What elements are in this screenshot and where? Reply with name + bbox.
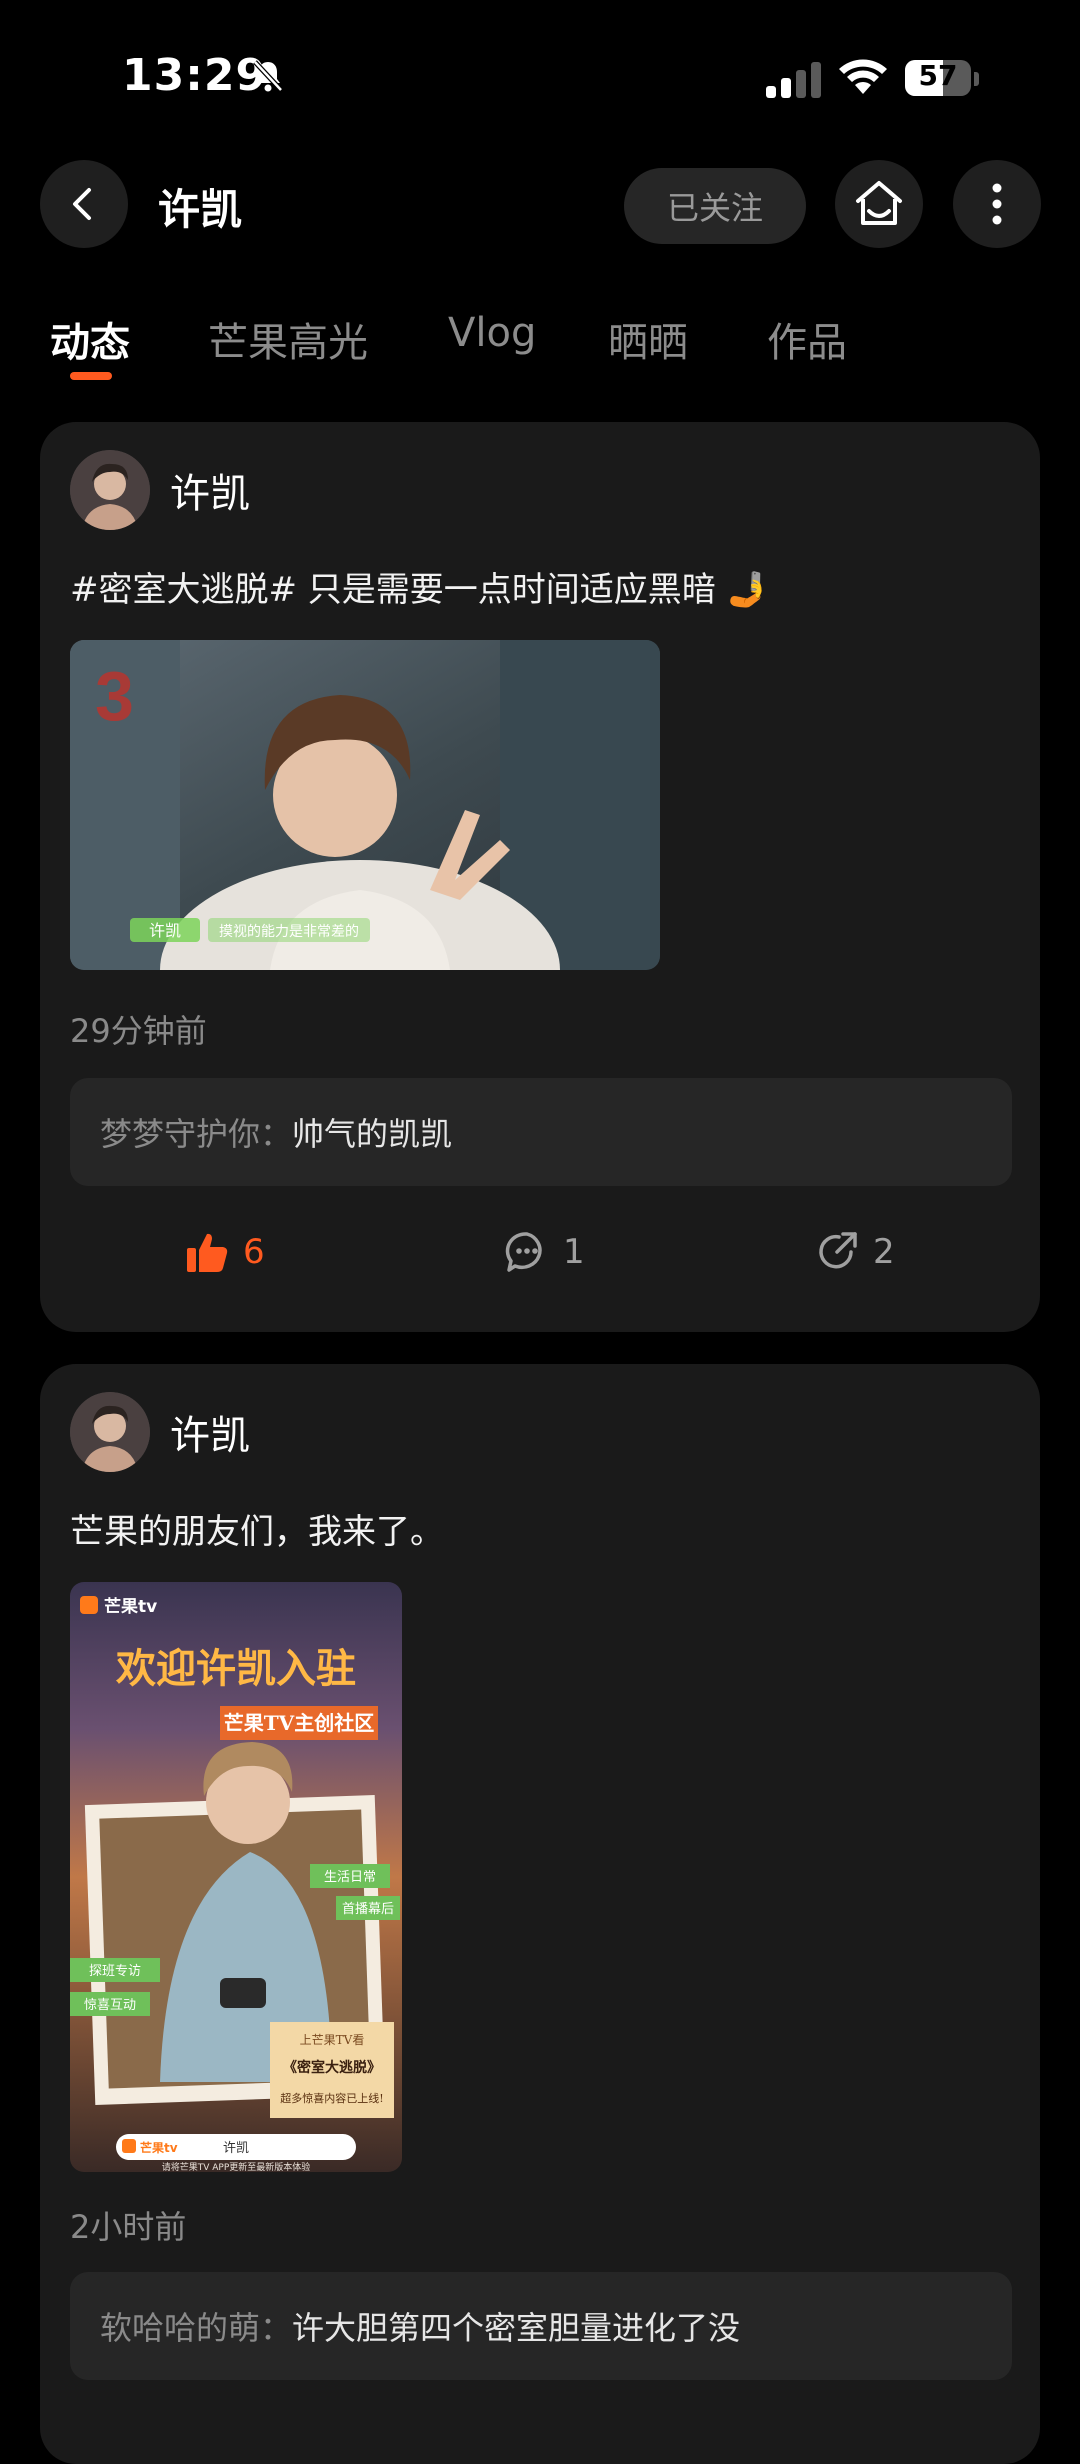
post-image[interactable]: 芒果tv 欢迎许凯入驻 芒果TV主创社区 生活日常 首播幕后 探班专访 惊喜互动…: [70, 1582, 402, 2172]
thumbs-up-icon: [187, 1233, 228, 1272]
header: 许凯 已关注: [0, 160, 1080, 290]
comment-button[interactable]: 1: [505, 1222, 585, 1282]
post-text: 芒果的朋友们，我来了。: [70, 1512, 444, 1552]
post-author[interactable]: 许凯: [70, 450, 250, 530]
svg-text:芒果tv: 芒果tv: [140, 2140, 178, 2155]
post-time: 29分钟前: [70, 1012, 207, 1050]
tab-shaishai[interactable]: 晒晒: [608, 310, 688, 368]
poster-brand: 芒果tv: [104, 1596, 157, 1617]
share-button[interactable]: 2: [815, 1222, 895, 1282]
battery-level: 57: [918, 59, 958, 92]
post-actions: 6 1 2: [40, 1202, 1040, 1302]
more-vertical-icon: [992, 183, 1002, 225]
bell-muted-icon: [253, 60, 283, 92]
home-icon: [856, 181, 902, 225]
like-button[interactable]: 6: [185, 1222, 265, 1282]
battery-indicator: 57: [905, 58, 979, 98]
poster-tag-life: 生活日常: [324, 1870, 376, 1885]
tab-indicator: [70, 372, 112, 380]
poster-tag-behind: 首播幕后: [342, 1902, 394, 1917]
tab-vlog[interactable]: Vlog: [448, 310, 536, 356]
tab-works[interactable]: 作品: [767, 310, 847, 368]
back-button[interactable]: [40, 160, 128, 248]
post-card[interactable]: 许凯 #密室大逃脱# 只是需要一点时间适应黑暗 🤳 3 许凯 摸视的能力是非常差…: [40, 422, 1040, 1332]
more-button[interactable]: [953, 160, 1041, 248]
poster-tag-interact: 惊喜互动: [84, 1998, 136, 2013]
video-caption-name: 许凯: [149, 921, 181, 940]
tab-bar: 动态 芒果高光 Vlog 晒晒 作品: [0, 302, 1080, 392]
poster-tag-visit: 探班专访: [89, 1964, 141, 1979]
poster-subhead: 芒果TV主创社区: [224, 1711, 374, 1735]
comment-icon: [505, 1232, 542, 1272]
video-caption-text: 摸视的能力是非常差的: [219, 924, 359, 940]
top-comment[interactable]: 梦梦守护你： 帅气的凯凯: [70, 1078, 1012, 1186]
author-name: 许凯: [170, 471, 250, 517]
status-time: 13:29: [122, 50, 268, 101]
home-button[interactable]: [835, 160, 923, 248]
share-count: 2: [873, 1232, 895, 1272]
poster-footer: 请将芒果TV APP更新至最新版本体验: [162, 2161, 311, 2172]
share-icon: [819, 1232, 857, 1269]
post-card[interactable]: 许凯 芒果的朋友们，我来了。 芒果tv 欢迎许凯入驻 芒果TV主创社区 生活日常…: [40, 1364, 1040, 2464]
poster-card-show: 《密室大逃脱》: [283, 2059, 381, 2076]
post-image[interactable]: 3 许凯 摸视的能力是非常差的: [70, 640, 660, 970]
tab-dynamic[interactable]: 动态: [50, 310, 130, 368]
like-count: 6: [243, 1232, 265, 1272]
poster-search-name: 许凯: [223, 2141, 249, 2156]
svg-text:3: 3: [95, 657, 134, 735]
poster-headline: 欢迎许凯入驻: [115, 1646, 356, 1692]
comment-text: 帅气的凯凯: [292, 1115, 453, 1153]
top-comment[interactable]: 软哈哈的萌： 许大胆第四个密室胆量进化了没: [70, 2272, 1012, 2380]
poster-card-more: 超多惊喜内容已上线!: [280, 2091, 383, 2105]
post-author[interactable]: 许凯: [70, 1392, 250, 1472]
poster-card-title: 上芒果TV看: [300, 2032, 365, 2047]
follow-button[interactable]: 已关注: [624, 168, 806, 244]
comment-user: 梦梦守护你：: [100, 1115, 293, 1153]
comment-user: 软哈哈的萌：: [100, 2309, 293, 2347]
author-name: 许凯: [170, 1413, 250, 1459]
comment-text: 许大胆第四个密室胆量进化了没: [292, 2309, 741, 2347]
avatar[interactable]: [70, 450, 150, 530]
page-title: 许凯: [158, 185, 243, 234]
post-time: 2小时前: [70, 2208, 187, 2246]
wifi-icon: [839, 59, 887, 94]
post-text: #密室大逃脱# 只是需要一点时间适应黑暗 🤳: [70, 570, 769, 610]
cellular-signal-icon: [766, 62, 821, 98]
tab-highlights[interactable]: 芒果高光: [208, 310, 368, 368]
status-bar: 13:29 57: [0, 0, 1080, 160]
avatar[interactable]: [70, 1392, 150, 1472]
comment-count: 1: [563, 1232, 585, 1272]
chevron-left-icon: [73, 188, 91, 220]
